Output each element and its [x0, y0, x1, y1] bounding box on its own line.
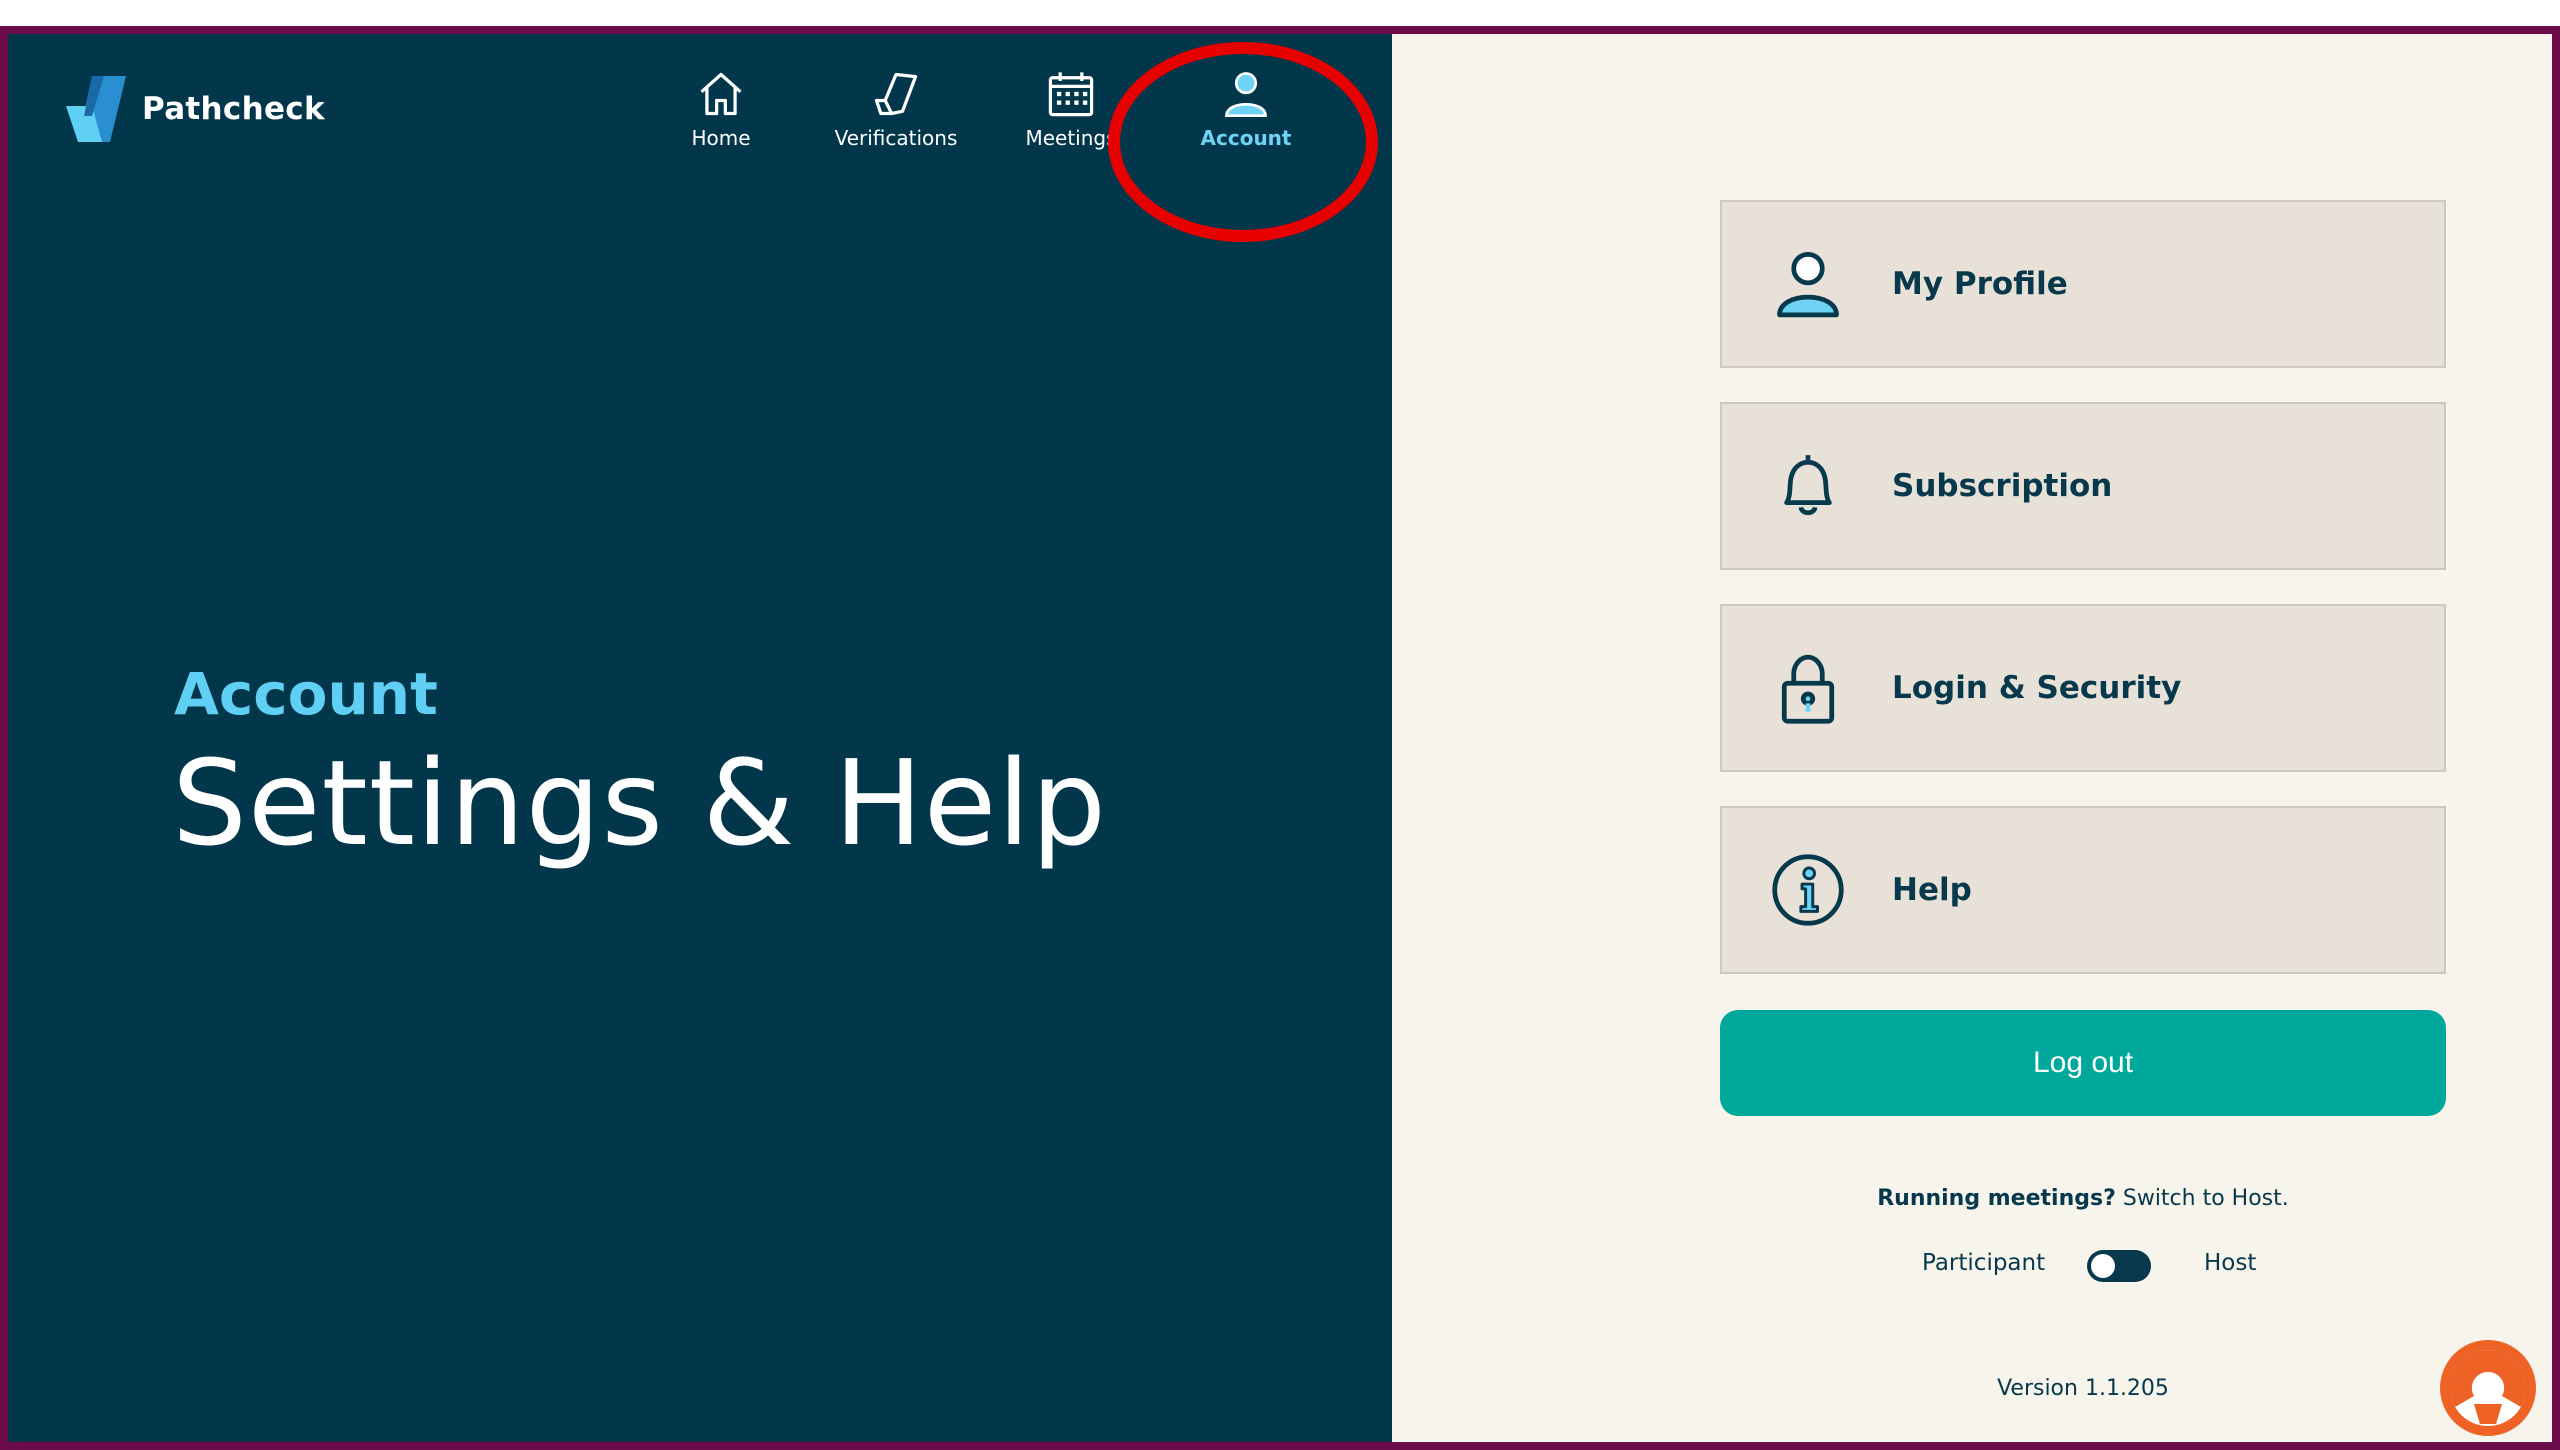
user-icon [1777, 251, 1839, 318]
home-icon [700, 72, 742, 116]
menu-item-my-profile[interactable]: My Profile [1720, 200, 2446, 368]
switch-mode-prompt: Running meetings? Switch to Host. [1720, 1186, 2446, 1211]
lock-icon [1781, 654, 1835, 724]
participant-host-toggle[interactable] [2087, 1250, 2151, 1282]
app-window: Pathcheck Home Verifications Meetings Ac… [0, 26, 2560, 1450]
brand-logo[interactable]: Pathcheck [64, 76, 325, 142]
menu-item-label: Login & Security [1892, 670, 2182, 706]
switch-mode-question: Running meetings? [1877, 1186, 2116, 1211]
host-label: Host [2204, 1250, 2257, 1276]
nav-label: Meetings [1025, 126, 1117, 150]
page-title: Settings & Help [172, 734, 1108, 872]
verifications-icon [874, 72, 918, 116]
nav-label: Home [691, 126, 751, 150]
menu-item-label: My Profile [1892, 266, 2068, 302]
menu-item-subscription[interactable]: Subscription [1720, 402, 2446, 570]
brand-name: Pathcheck [142, 91, 325, 127]
page-section-label: Account [174, 660, 438, 728]
lifebuoy-icon [2449, 1349, 2527, 1426]
menu-item-login-security[interactable]: Login & Security [1720, 604, 2446, 772]
toggle-knob [2091, 1254, 2115, 1278]
nav-item-verifications[interactable]: Verifications [811, 68, 981, 150]
calendar-icon [1048, 72, 1094, 117]
nav-item-home[interactable]: Home [636, 68, 806, 150]
mode-toggle-row: Participant Host [1720, 1244, 2446, 1284]
nav-label: Verifications [834, 126, 958, 150]
menu-item-label: Subscription [1892, 468, 2113, 504]
logout-button[interactable]: Log out [1720, 1010, 2446, 1116]
left-panel: Pathcheck Home Verifications Meetings Ac… [8, 34, 1392, 1442]
pathcheck-logo-icon [66, 76, 126, 142]
app-version: Version 1.1.205 [1997, 1376, 2169, 1401]
switch-mode-hint: Switch to Host. [2122, 1186, 2289, 1211]
menu-item-label: Help [1892, 872, 1972, 908]
help-support-button[interactable] [2440, 1340, 2536, 1436]
bell-icon [1784, 455, 1832, 516]
annotation-highlight-circle [1108, 42, 1378, 242]
menu-item-help[interactable]: Help [1720, 806, 2446, 974]
info-icon [1772, 854, 1844, 926]
participant-label: Participant [1922, 1250, 2046, 1276]
